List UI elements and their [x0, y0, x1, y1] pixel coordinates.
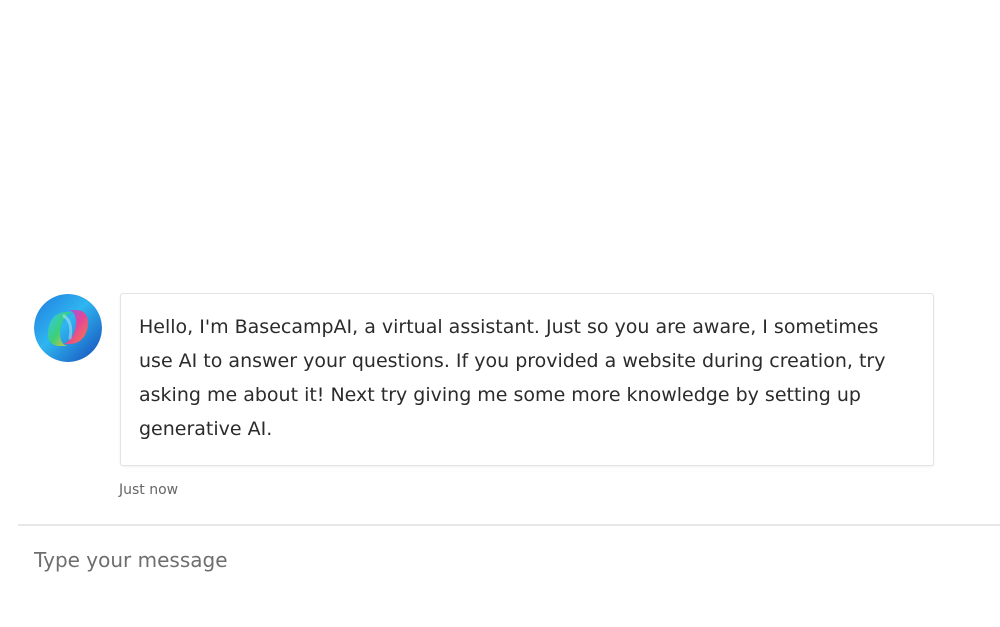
message-timestamp: Just now: [119, 482, 179, 498]
bot-avatar: [34, 294, 102, 362]
chat-window: Hello, I'm BasecampAI, a virtual assista…: [0, 0, 1000, 627]
bot-message-bubble: Hello, I'm BasecampAI, a virtual assista…: [120, 293, 934, 466]
conversation-area[interactable]: Hello, I'm BasecampAI, a virtual assista…: [0, 0, 1000, 525]
message-composer: [0, 526, 1000, 627]
copilot-logo-icon: [34, 294, 102, 362]
message-input[interactable]: [34, 542, 974, 578]
